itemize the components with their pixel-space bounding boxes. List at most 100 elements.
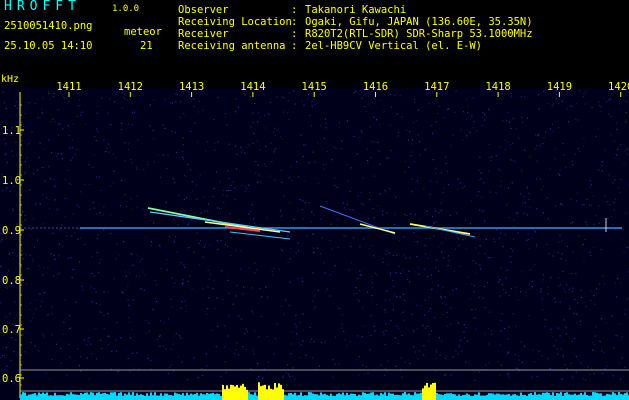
noise-dot [612,224,614,226]
spectrum-bar [154,392,156,400]
spectrum-bar [442,395,444,400]
spectrum-bar [156,395,158,400]
noise-dot [475,262,477,264]
spectrum-bar [532,395,534,400]
noise-dot [79,237,81,239]
noise-dot [344,339,346,341]
spectrum-bar [56,395,58,400]
noise-dot [613,209,615,211]
noise-dot [442,286,444,288]
noise-dot [531,376,533,378]
noise-dot [124,271,126,273]
noise-dot [150,360,152,362]
noise-dot [557,327,559,329]
noise-dot [462,187,464,189]
noise-dot [220,239,222,242]
noise-dot [445,237,447,240]
noise-dot [11,150,13,152]
noise-dot [361,97,363,99]
noise-dot [389,94,391,96]
noise-dot [272,131,274,133]
noise-dot [614,282,616,284]
noise-dot [331,248,333,250]
noise-dot [526,239,528,241]
spectrum-bar [118,393,120,400]
info-value: Takanori Kawachi [305,4,407,16]
noise-dot [341,140,343,142]
noise-dot [387,360,389,362]
noise-dot [600,248,602,251]
noise-dot [591,107,593,109]
noise-dot [437,112,439,115]
noise-dot [359,246,361,248]
noise-dot [547,293,549,295]
spectrum-bar [426,382,428,400]
noise-dot [531,287,534,289]
spectrum-bar [378,395,380,400]
noise-dot [452,356,454,358]
noise-dot [507,373,509,375]
noise-dot [235,98,237,100]
noise-dot [487,170,490,172]
noise-dot [83,339,85,341]
noise-dot [610,215,612,217]
noise-dot [462,238,464,240]
noise-dot [167,154,169,156]
noise-dot [608,204,611,206]
noise-dot [75,154,77,156]
noise-dot [435,259,438,261]
noise-dot [227,170,229,172]
noise-dot [243,94,245,96]
noise-dot [374,272,376,274]
noise-dot [525,295,527,297]
noise-dot [490,159,492,162]
noise-dot [505,148,507,150]
spectrum-bar [540,394,542,400]
noise-dot [366,291,368,293]
noise-dot [406,278,409,280]
spectrum-bar [552,392,554,400]
noise-dot [438,212,440,214]
noise-dot [446,355,448,357]
noise-dot [48,139,50,141]
noise-dot [116,322,118,324]
spectrum-bar [498,393,500,400]
noise-dot [183,113,185,115]
noise-dot [136,195,138,197]
noise-dot [264,114,266,116]
noise-dot [383,111,385,113]
spectrum-bar [380,392,382,400]
noise-dot [51,358,53,361]
noise-dot [607,200,609,203]
noise-dot [92,201,94,203]
noise-dot [369,191,371,193]
noise-dot [586,198,588,200]
noise-dot [290,166,292,168]
noise-dot [589,180,591,182]
noise-dot [510,288,512,290]
noise-dot [190,169,192,171]
spectrum-bar [372,392,374,400]
noise-dot [521,116,523,119]
spectrum-bar [86,392,88,400]
noise-dot [433,221,435,223]
noise-dot [31,131,33,133]
noise-dot [431,288,433,290]
noise-dot [456,212,458,214]
x-tick-label: 1411 [56,81,81,93]
noise-dot [32,317,34,319]
noise-dot [585,91,587,93]
noise-dot [0,302,2,304]
noise-dot [91,256,93,258]
noise-dot [47,90,49,92]
noise-dot [369,126,371,128]
noise-dot [162,154,164,156]
noise-dot [181,151,184,153]
spectrum-bar [272,389,274,400]
noise-dot [511,142,514,144]
noise-dot [98,262,101,264]
info-key: Observer [178,4,229,16]
noise-dot [95,327,97,329]
noise-dot [30,228,33,230]
spectrum-bar [486,394,488,400]
